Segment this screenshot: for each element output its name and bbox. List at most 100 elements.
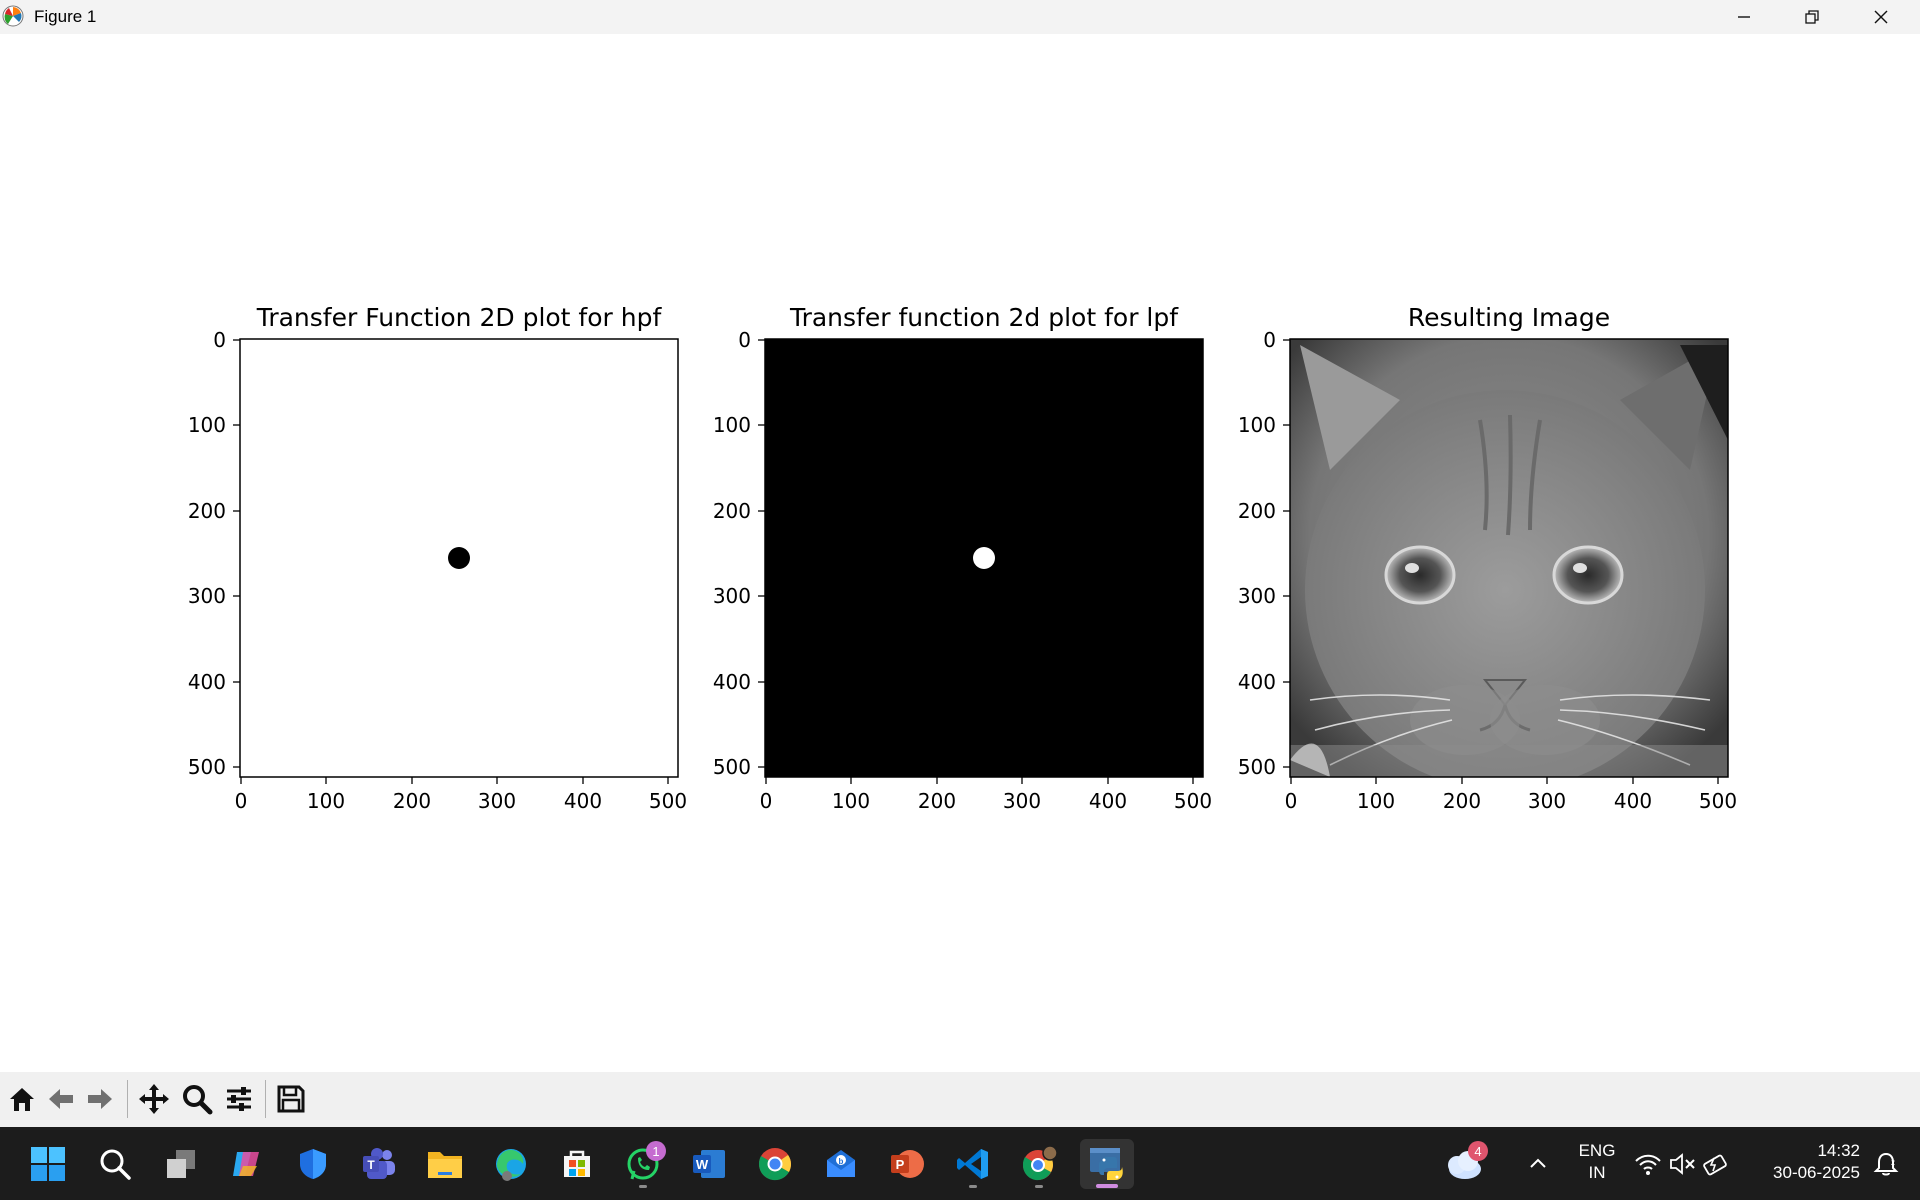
file-explorer-button[interactable]	[420, 1139, 470, 1189]
svg-text:W: W	[696, 1157, 709, 1172]
active-indicator	[1096, 1184, 1118, 1188]
lpf-ytick: 200	[713, 499, 751, 523]
lpf-y-axis: 0 100 200 300 400 500	[713, 328, 765, 779]
python-button[interactable]	[1080, 1139, 1134, 1189]
result-title: Resulting Image	[1408, 303, 1610, 332]
clock-date: 30-06-2025	[1773, 1163, 1860, 1182]
chrome-button[interactable]	[750, 1139, 800, 1189]
result-xtick: 100	[1357, 789, 1395, 813]
store-button[interactable]	[552, 1139, 602, 1189]
language-indicator[interactable]: ENG IN	[1570, 1140, 1624, 1184]
result-xtick: 0	[1285, 789, 1298, 813]
running-indicator	[1035, 1185, 1043, 1188]
weather-widget[interactable]: 4	[1438, 1139, 1488, 1189]
back-button[interactable]	[44, 1082, 78, 1116]
battery-charging-icon	[1703, 1154, 1727, 1176]
teams-icon: T	[363, 1148, 395, 1179]
search-icon	[100, 1149, 131, 1180]
back-icon	[49, 1089, 73, 1109]
start-button[interactable]	[23, 1139, 73, 1189]
hpf-xtick: 500	[649, 789, 687, 813]
whatsapp-button[interactable]: 1	[618, 1139, 668, 1189]
forward-button[interactable]	[83, 1082, 117, 1116]
forward-icon	[88, 1089, 112, 1109]
hpf-ytick: 0	[213, 328, 226, 352]
lpf-xtick: 200	[918, 789, 956, 813]
result-xtick: 200	[1443, 789, 1481, 813]
show-hidden-icons-button[interactable]	[1514, 1139, 1562, 1189]
chrome-profile-icon	[1022, 1145, 1058, 1181]
defender-button[interactable]	[288, 1139, 338, 1189]
result-image	[1289, 338, 1729, 778]
figure-canvas[interactable]: Transfer Function 2D plot for hpf 0 100 …	[0, 34, 1920, 1072]
copilot-icon	[233, 1152, 259, 1176]
toolbar-separator	[265, 1080, 266, 1118]
task-view-button[interactable]	[156, 1139, 206, 1189]
teams-button[interactable]: T	[354, 1139, 404, 1189]
python-icon	[1090, 1148, 1123, 1180]
pan-button[interactable]	[137, 1082, 171, 1116]
chrome-profile-button[interactable]	[1014, 1139, 1064, 1189]
matplotlib-toolbar	[0, 1072, 1920, 1127]
lpf-center-disk	[973, 547, 995, 569]
lpf-axes: Transfer function 2d plot for lpf 0 100 …	[713, 303, 1212, 813]
hpf-axes: Transfer Function 2D plot for hpf 0 100 …	[188, 303, 687, 813]
matplotlib-icon	[2, 5, 24, 27]
window-titlebar: Figure 1	[0, 0, 1920, 34]
mail-button[interactable]: b	[816, 1139, 866, 1189]
close-button[interactable]	[1848, 0, 1914, 34]
quick-settings-button[interactable]	[1628, 1145, 1738, 1183]
task-view-icon	[167, 1150, 195, 1178]
lpf-ytick: 300	[713, 584, 751, 608]
close-icon	[1874, 10, 1888, 24]
powerpoint-icon: P	[891, 1150, 924, 1178]
lpf-ytick: 100	[713, 413, 751, 437]
vscode-icon	[957, 1149, 988, 1179]
mail-icon: b	[827, 1150, 855, 1177]
folder-icon	[428, 1152, 462, 1178]
restore-button[interactable]	[1779, 0, 1845, 34]
result-ytick: 200	[1238, 499, 1276, 523]
hpf-xtick: 200	[393, 789, 431, 813]
result-ytick: 100	[1238, 413, 1276, 437]
weather-badge: 4	[1468, 1141, 1488, 1161]
home-button[interactable]	[5, 1082, 39, 1116]
result-xtick: 400	[1614, 789, 1652, 813]
speaker-muted-icon	[1670, 1153, 1695, 1175]
lpf-xtick: 100	[832, 789, 870, 813]
configure-subplots-button[interactable]	[222, 1082, 256, 1116]
lpf-title: Transfer function 2d plot for lpf	[789, 303, 1179, 332]
result-ytick: 500	[1238, 755, 1276, 779]
hpf-xtick: 100	[307, 789, 345, 813]
powerpoint-button[interactable]: P	[882, 1139, 932, 1189]
minimize-button[interactable]	[1711, 0, 1777, 34]
lpf-ytick: 500	[713, 755, 751, 779]
result-xtick: 500	[1699, 789, 1737, 813]
save-button[interactable]	[274, 1082, 308, 1116]
hpf-ytick: 300	[188, 584, 226, 608]
lpf-ytick: 0	[738, 328, 751, 352]
lpf-ytick: 400	[713, 670, 751, 694]
word-button[interactable]: W	[684, 1139, 734, 1189]
copilot-button[interactable]	[222, 1139, 272, 1189]
notification-center-button[interactable]: z	[1866, 1139, 1906, 1189]
edge-button[interactable]	[486, 1139, 536, 1189]
hpf-y-axis: 0 100 200 300 400 500	[188, 328, 240, 779]
zoom-button[interactable]	[180, 1082, 214, 1116]
notifications-icon: z	[1873, 1152, 1899, 1176]
svg-text:b: b	[839, 1157, 844, 1166]
result-axes: Resulting Image 0 100 200 300 400 500 0 …	[1238, 303, 1737, 813]
hpf-xtick: 400	[564, 789, 602, 813]
chrome-icon	[758, 1148, 792, 1181]
hpf-ytick: 100	[188, 413, 226, 437]
svg-text:T: T	[367, 1158, 375, 1172]
result-y-axis: 0 100 200 300 400 500	[1238, 328, 1290, 779]
clock[interactable]: 14:32 30-06-2025	[1750, 1140, 1860, 1184]
vscode-button[interactable]	[948, 1139, 998, 1189]
lpf-xtick: 400	[1089, 789, 1127, 813]
lpf-xtick: 500	[1174, 789, 1212, 813]
taskbar-search-button[interactable]	[90, 1139, 140, 1189]
taskbar: T 1 W b P 4 ENG IN 14:32 30-06-2025 z	[0, 1127, 1920, 1200]
language-label: ENG	[1578, 1141, 1616, 1160]
running-indicator	[969, 1185, 977, 1188]
